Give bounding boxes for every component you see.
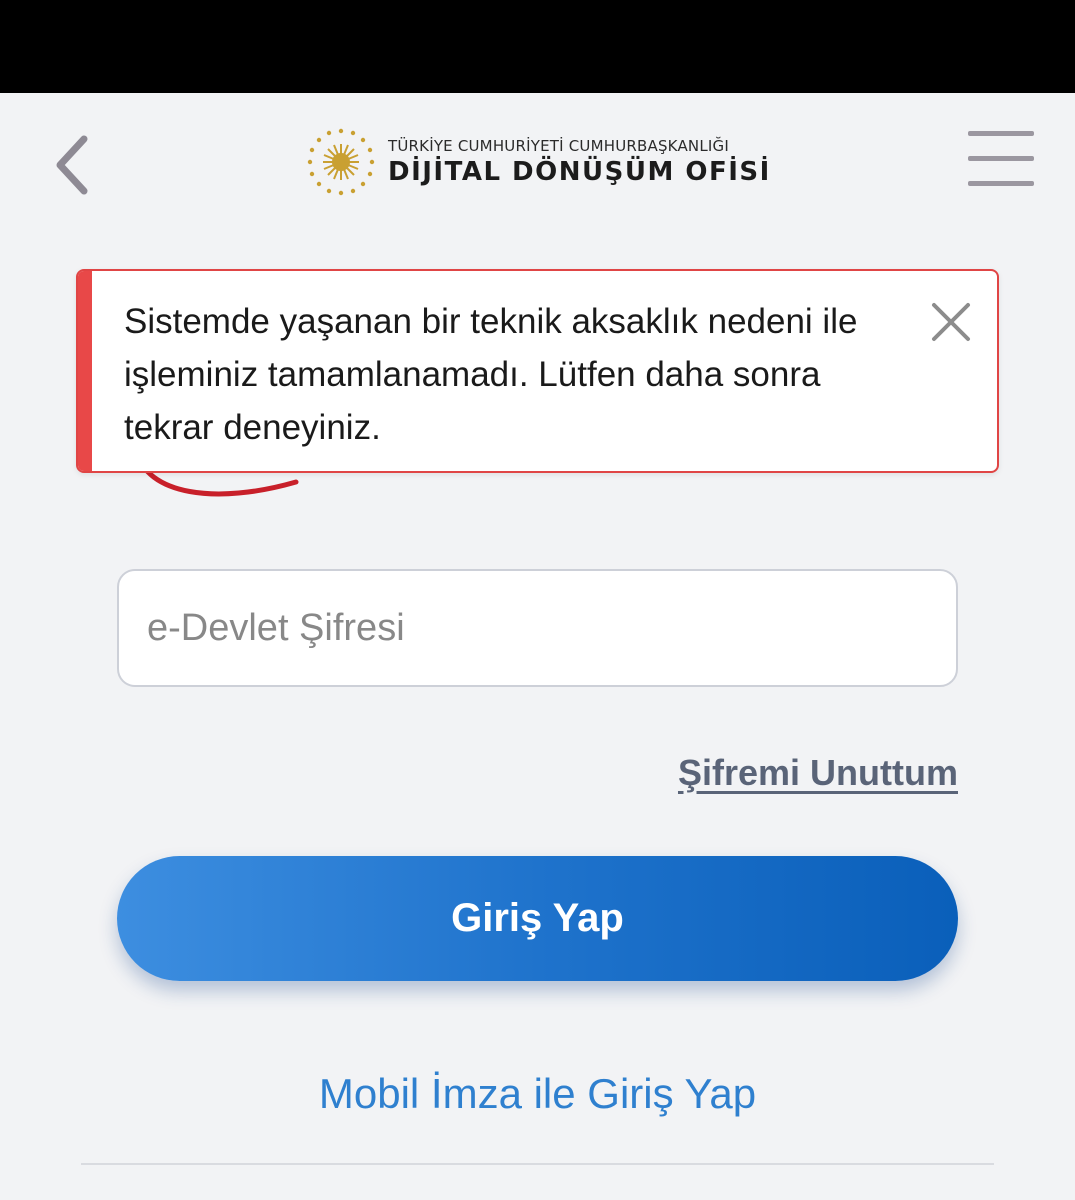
chevron-left-icon [56,135,88,195]
alert-accent-bar [78,271,92,471]
menu-button[interactable] [966,131,1036,193]
presidential-emblem-icon [307,128,375,196]
mobile-signature-login-link[interactable]: Mobil İmza ile Giriş Yap [0,1070,1075,1118]
error-alert: Sistemde yaşanan bir teknik aksaklık ned… [76,269,999,473]
status-bar [0,0,1075,93]
login-button[interactable]: Giriş Yap [117,856,958,981]
logo: TÜRKİYE CUMHURİYETİ CUMHURBAŞKANLIĞI DİJ… [306,127,776,197]
divider [81,1163,994,1165]
forgot-password-link[interactable]: Şifremi Unuttum [678,752,958,794]
alert-close-button[interactable] [928,299,974,345]
close-icon [932,303,970,341]
back-button[interactable] [46,129,102,201]
password-input[interactable] [117,569,958,687]
logo-subtitle: TÜRKİYE CUMHURİYETİ CUMHURBAŞKANLIĞI [388,137,729,155]
app-header: TÜRKİYE CUMHURİYETİ CUMHURBAŞKANLIĞI DİJ… [0,93,1075,233]
alert-message: Sistemde yaşanan bir teknik aksaklık ned… [124,302,858,447]
logo-title: DİJİTAL DÖNÜŞÜM OFİSİ [388,157,771,187]
